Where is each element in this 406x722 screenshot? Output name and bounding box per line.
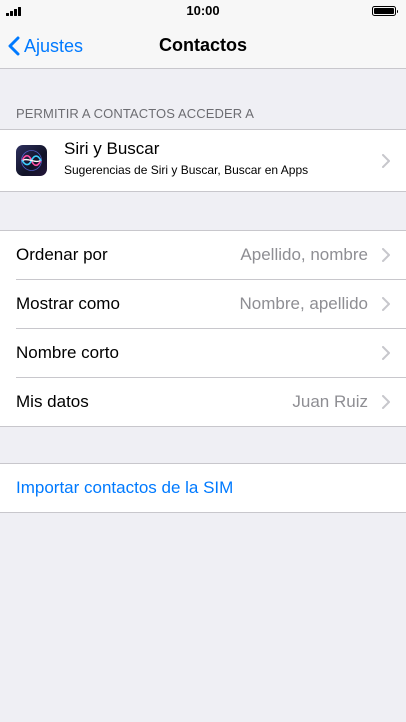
page-title: Contactos — [158, 35, 247, 55]
status-bar: 10:00 — [0, 0, 406, 22]
siri-group: Siri y Buscar Sugerencias de Siri y Busc… — [0, 129, 406, 192]
short-name-row[interactable]: Nombre corto — [0, 329, 406, 377]
import-group: Importar contactos de la SIM — [0, 463, 406, 513]
row-label: Nombre corto — [16, 343, 119, 362]
siri-search-row[interactable]: Siri y Buscar Sugerencias de Siri y Busc… — [0, 130, 406, 191]
battery-icon — [372, 6, 398, 16]
import-sim-contacts-button[interactable]: Importar contactos de la SIM — [0, 464, 406, 512]
chevron-right-icon — [382, 248, 390, 262]
navigation-bar: Ajustes Contactos — [0, 22, 406, 69]
row-value: Juan Ruiz — [292, 392, 368, 411]
siri-subtitle: Sugerencias de Siri y Buscar, Buscar en … — [64, 163, 309, 177]
chevron-right-icon — [382, 153, 390, 168]
import-sim-contacts-label: Importar contactos de la SIM — [16, 478, 234, 497]
chevron-right-icon — [382, 346, 390, 360]
sort-order-row[interactable]: Ordenar por Apellido, nombre — [0, 231, 406, 279]
siri-title: Siri y Buscar — [64, 139, 160, 158]
row-label: Ordenar por — [16, 245, 108, 264]
section-header: PERMITIR A CONTACTOS ACCEDER A — [16, 106, 255, 121]
chevron-right-icon — [382, 395, 390, 409]
status-time: 10:00 — [186, 3, 220, 18]
row-value: Apellido, nombre — [240, 245, 368, 264]
my-info-row[interactable]: Mis datos Juan Ruiz — [0, 378, 406, 426]
row-label: Mis datos — [16, 392, 89, 411]
chevron-right-icon — [382, 297, 390, 311]
siri-icon — [16, 145, 47, 176]
row-value: Nombre, apellido — [239, 294, 368, 313]
row-label: Mostrar como — [16, 294, 120, 313]
display-order-row[interactable]: Mostrar como Nombre, apellido — [0, 280, 406, 328]
contacts-settings-group: Ordenar por Apellido, nombre Mostrar com… — [0, 230, 406, 427]
